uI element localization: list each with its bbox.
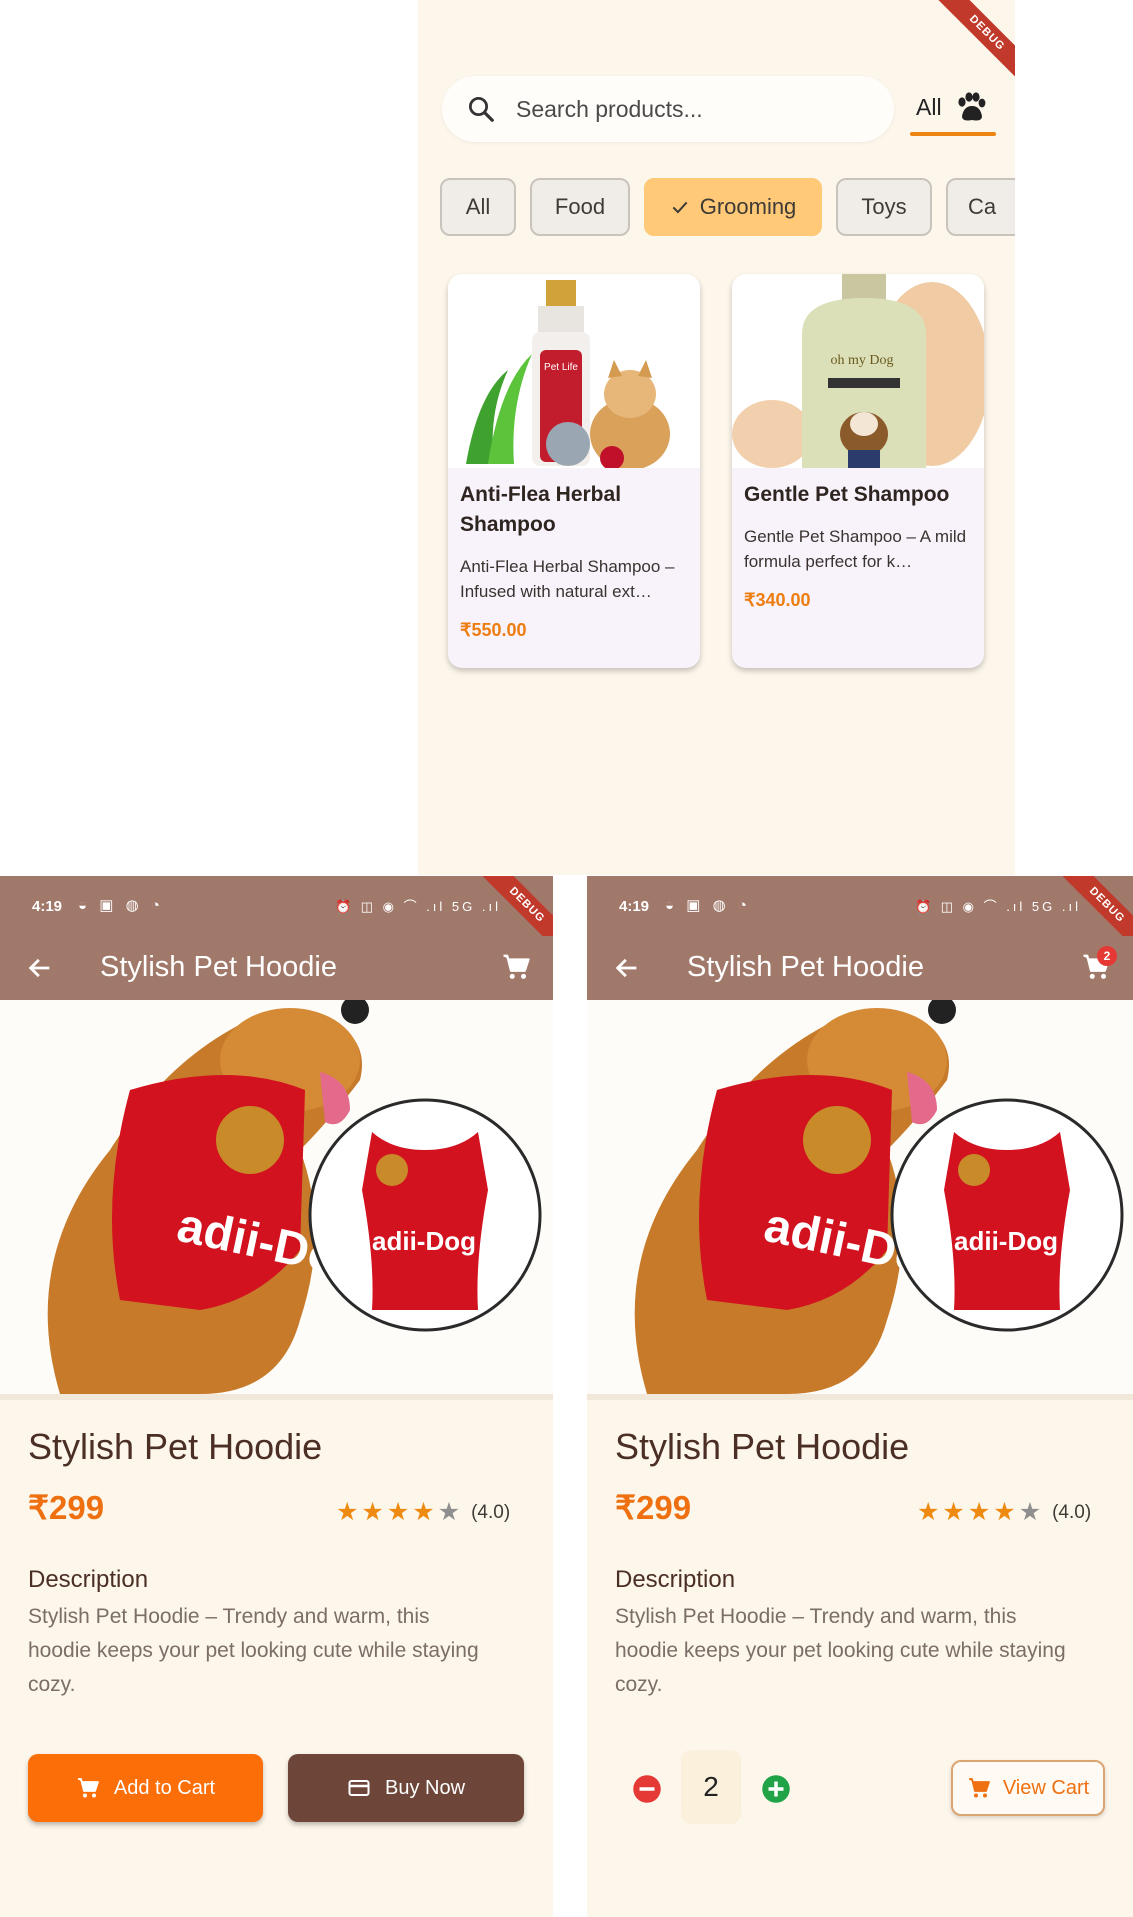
- cart-count-badge: 2: [1097, 946, 1117, 966]
- product-name: Stylish Pet Hoodie: [28, 1426, 323, 1467]
- product-card[interactable]: Pet Life Anti-Flea Herbal Shampoo Anti-F…: [448, 274, 700, 668]
- search-icon: [469, 97, 494, 122]
- product-detail-screen: 4:19 ◒ ▣ ◍ ◔ ⏰ ◫ ◉ ⌒ .ıl 5G .ıl DEBUG St…: [0, 876, 553, 1917]
- search-bar[interactable]: [442, 76, 894, 142]
- product-price: ₹340.00: [744, 590, 811, 610]
- star-icon: ★: [361, 1498, 384, 1526]
- product-name: Anti-Flea Herbal Shampoo: [460, 483, 622, 536]
- star-empty-icon: ★: [1018, 1498, 1042, 1526]
- bottle-label: oh my Dog: [831, 353, 894, 368]
- view-cart-button[interactable]: View Cart: [951, 1760, 1105, 1816]
- description-text: Stylish Pet Hoodie – Trendy and warm, th…: [28, 1605, 479, 1696]
- product-list-screen: DEBUG All All Food Grooming Toys Ca: [418, 0, 1015, 875]
- product-description: Anti-Flea Herbal Shampoo – Infused with …: [460, 557, 675, 601]
- status-time: 4:19: [32, 898, 63, 915]
- shampoo-bottle-image: oh my Dog: [732, 274, 984, 468]
- dog-hoodie-image: adii-Dog adii-Dog: [47, 1000, 542, 1394]
- hoodie-brand-text: adii-Dog: [954, 1226, 1058, 1256]
- status-icons-right: ⏰ ◫ ◉ ⌒ .ıl 5G .ıl: [334, 899, 501, 914]
- product-hero-image: adii-Dog adii-Dog: [587, 1000, 1133, 1400]
- status-icons-left: ◒ ▣ ◍ ◔: [78, 897, 164, 914]
- star-icon: ★: [336, 1498, 359, 1526]
- cart-button[interactable]: [501, 952, 531, 987]
- product-description: Gentle Pet Shampoo – A mild formula perf…: [744, 527, 967, 571]
- product-name: Stylish Pet Hoodie: [615, 1426, 910, 1467]
- product-name: Gentle Pet Shampoo: [744, 483, 950, 506]
- card-icon: [348, 1780, 370, 1796]
- debug-banner: DEBUG: [936, 0, 1015, 84]
- back-arrow-icon[interactable]: [613, 954, 641, 982]
- description-text: Stylish Pet Hoodie – Trendy and warm, th…: [615, 1605, 1066, 1696]
- quantity-value: 2: [681, 1750, 741, 1824]
- cart-icon: [968, 1778, 990, 1798]
- status-icons-left: ◒ ▣ ◍ ◔: [665, 897, 751, 914]
- product-image: Pet Life: [448, 274, 700, 468]
- chip-food[interactable]: Food: [530, 178, 630, 236]
- paw-icon: [958, 92, 986, 121]
- search-input[interactable]: [516, 95, 856, 123]
- minus-circle-icon[interactable]: [632, 1774, 662, 1804]
- app-bar: Stylish Pet Hoodie 2: [587, 936, 1133, 1000]
- product-rating: ★ ★ ★ ★ ★ (4.0): [336, 1500, 510, 1525]
- chip-label: Ca: [968, 194, 997, 219]
- product-price: ₹550.00: [460, 620, 527, 640]
- status-bar: 4:19 ◒ ▣ ◍ ◔ ⏰ ◫ ◉ ⌒ .ıl 5G .ıl: [0, 876, 553, 936]
- chip-all[interactable]: All: [440, 178, 516, 236]
- cart-button[interactable]: 2: [1081, 946, 1117, 987]
- bottle-label: Pet Life: [544, 362, 578, 373]
- rating-text: (4.0): [1052, 1501, 1092, 1523]
- chip-label: All: [465, 194, 491, 219]
- network-type: 5G: [451, 899, 476, 914]
- product-detail-screen: 4:19 ◒ ▣ ◍ ◔ ⏰ ◫ ◉ ⌒ .ıl 5G .ıl DEBUG St…: [587, 876, 1133, 1917]
- chip-toys[interactable]: Toys: [836, 178, 932, 236]
- status-time: 4:19: [619, 898, 650, 915]
- product-price: ₹299: [28, 1489, 105, 1526]
- star-icon: ★: [917, 1498, 940, 1526]
- filter-tab-underline: [910, 132, 996, 136]
- product-card[interactable]: oh my Dog Gentle Pet Shampoo Gentle Pet …: [732, 274, 984, 668]
- check-icon: [672, 201, 688, 214]
- view-cart-label: View Cart: [1002, 1776, 1090, 1799]
- pet-filter-label: All: [916, 94, 942, 120]
- pet-filter-tab[interactable]: All: [910, 86, 996, 136]
- appbar-title: Stylish Pet Hoodie: [100, 951, 337, 983]
- back-arrow-icon[interactable]: [26, 954, 54, 982]
- hoodie-brand-text: adii-Dog: [372, 1226, 476, 1256]
- buy-now-button[interactable]: Buy Now: [288, 1754, 524, 1822]
- chip-grooming[interactable]: Grooming: [644, 178, 822, 236]
- rating-text: (4.0): [471, 1501, 511, 1523]
- star-icon: ★: [967, 1498, 991, 1526]
- chip-label: Food: [554, 194, 606, 219]
- chip-ca[interactable]: Ca: [946, 178, 1015, 236]
- star-icon: ★: [942, 1498, 965, 1526]
- network-type: 5G: [1031, 899, 1056, 914]
- add-to-cart-button[interactable]: Add to Cart: [28, 1754, 263, 1822]
- star-icon: ★: [993, 1498, 1016, 1526]
- category-chips: All Food Grooming Toys Ca: [440, 178, 1015, 236]
- product-price: ₹299: [615, 1489, 692, 1526]
- star-icon: ★: [386, 1498, 410, 1526]
- cart-icon: [77, 1778, 99, 1798]
- status-bar: 4:19 ◒ ▣ ◍ ◔ ⏰ ◫ ◉ ⌒ .ıl 5G .ıl: [587, 876, 1133, 936]
- product-hero-image: adii-Dog adii-Dog: [0, 1000, 553, 1400]
- product-image: oh my Dog: [732, 274, 984, 468]
- chip-label: Toys: [861, 194, 907, 219]
- description-heading: Description: [615, 1566, 736, 1593]
- dog-hoodie-image: adii-Dog adii-Dog: [634, 1000, 1124, 1394]
- product-rating: ★ ★ ★ ★ ★ (4.0): [917, 1500, 1091, 1525]
- cart-icon: [503, 954, 530, 979]
- description-heading: Description: [28, 1566, 149, 1593]
- shampoo-bottle-image: Pet Life: [466, 280, 670, 468]
- add-to-cart-label: Add to Cart: [113, 1776, 216, 1799]
- buy-now-label: Buy Now: [384, 1776, 466, 1799]
- chip-label: Grooming: [699, 194, 797, 219]
- star-icon: ★: [412, 1498, 435, 1526]
- appbar-title: Stylish Pet Hoodie: [687, 951, 924, 983]
- status-icons-right: ⏰ ◫ ◉ ⌒ .ıl 5G .ıl: [914, 899, 1081, 914]
- app-bar: Stylish Pet Hoodie: [0, 936, 553, 1000]
- star-empty-icon: ★: [437, 1498, 461, 1526]
- plus-circle-icon[interactable]: [761, 1774, 791, 1804]
